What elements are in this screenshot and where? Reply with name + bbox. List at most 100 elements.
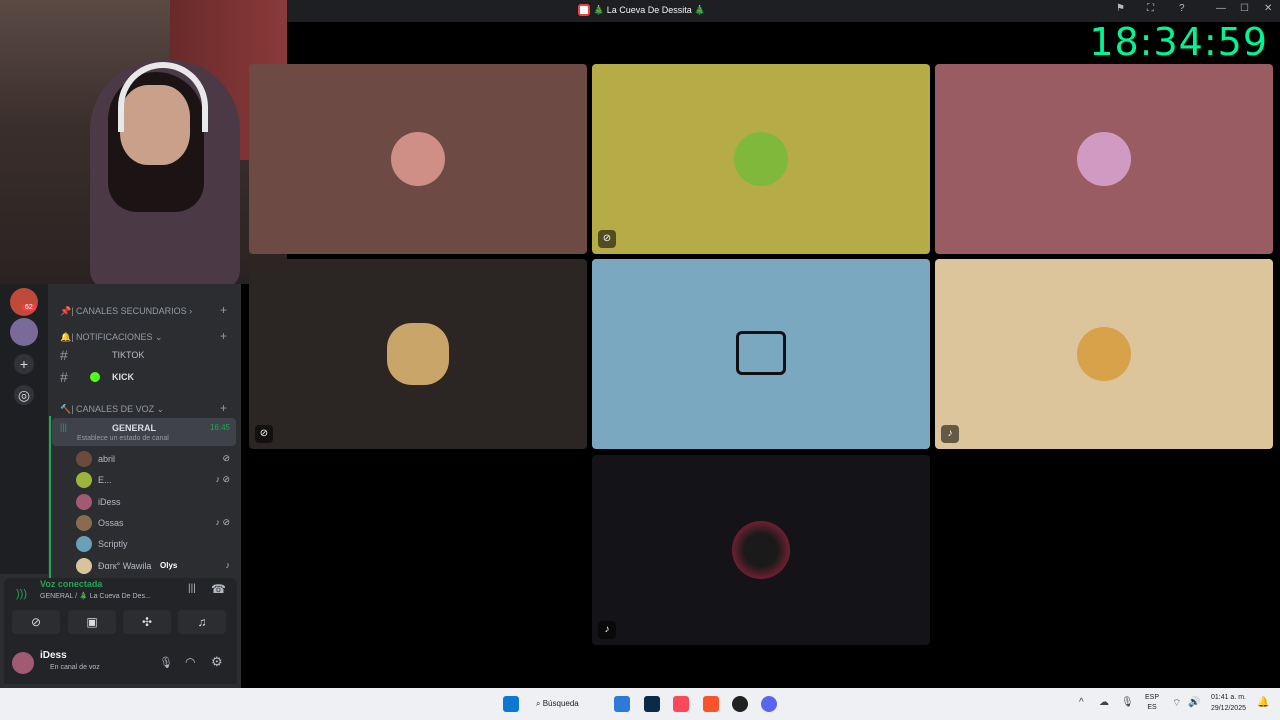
- participant-avatar: [734, 132, 788, 186]
- disconnect-icon[interactable]: ☎: [211, 582, 226, 596]
- discord-icon[interactable]: [761, 696, 777, 712]
- avatar: [76, 558, 92, 574]
- server-icon-1[interactable]: [10, 288, 38, 316]
- microphone-icon[interactable]: 🎙: [159, 656, 173, 669]
- voice-connection-panel: ))) Voz conectada GENERAL / 🎄 La Cueva D…: [4, 578, 237, 644]
- participant-avatar: [732, 521, 790, 579]
- window-title-text: 🎄 La Cueva De Dessita 🎄: [593, 5, 706, 15]
- user-avatar[interactable]: [12, 652, 34, 674]
- camera-off-icon: ⊘: [222, 453, 230, 463]
- brave-icon[interactable]: [703, 696, 719, 712]
- muted-deafened-icons: ♪ ⊘: [215, 474, 230, 484]
- audio-icon: [736, 331, 786, 375]
- channel-kick[interactable]: # KICK: [52, 368, 236, 388]
- avatar: [76, 472, 92, 488]
- participant-avatar: [1077, 132, 1131, 186]
- channel-timer: 16:45: [209, 423, 230, 432]
- participant-tile[interactable]: [249, 64, 587, 254]
- camera-off-icon: ⊘: [255, 425, 273, 443]
- start-icon[interactable]: [503, 696, 519, 712]
- microphone-icon[interactable]: 🎙: [1121, 697, 1134, 708]
- system-clock[interactable]: 01:41 a. m. 29/12/2025: [1211, 692, 1246, 714]
- window-title: 🎄 La Cueva De Dessita 🎄: [578, 4, 705, 16]
- kick-icon: [90, 372, 100, 382]
- unread-badge: 62: [22, 304, 36, 311]
- photoshop-icon[interactable]: [644, 696, 660, 712]
- participant-avatar: [1077, 327, 1131, 381]
- soundboard-button[interactable]: ♫: [178, 610, 226, 634]
- channel-general[interactable]: ||| GENERAL 16:45 Establece un estado de…: [52, 418, 236, 446]
- muted-icon: ♪: [225, 560, 231, 570]
- minimize-button[interactable]: —: [1216, 3, 1226, 14]
- avatar: [76, 494, 92, 510]
- voice-status[interactable]: Voz conectada: [40, 579, 102, 589]
- hash-icon: #: [60, 347, 68, 363]
- participant-tile[interactable]: ♪: [935, 259, 1273, 449]
- notification-icon[interactable]: 🔔: [1257, 697, 1269, 708]
- voice-member[interactable]: E... ♪ ⊘: [76, 471, 236, 491]
- channel-sidebar: 62 + ◎ 📌| CANALES SECUNDARIOS › + 🔔| NOT…: [0, 284, 241, 688]
- voice-member[interactable]: iDess: [76, 493, 236, 513]
- explore-icon[interactable]: ◎: [14, 385, 34, 405]
- server-icon-2[interactable]: [10, 318, 38, 346]
- voice-member[interactable]: Scriptly: [76, 535, 236, 555]
- close-button[interactable]: ✕: [1264, 3, 1272, 14]
- add-channel-icon[interactable]: +: [220, 303, 227, 317]
- participant-tile[interactable]: [592, 259, 930, 449]
- avatar: [76, 515, 92, 531]
- search-box[interactable]: ⌕ Búsqueda: [536, 694, 600, 714]
- inbox-icon[interactable]: ⚑: [1116, 3, 1125, 14]
- voice-connector: [49, 416, 51, 578]
- participant-tile[interactable]: [935, 64, 1273, 254]
- avatar: [76, 451, 92, 467]
- headphones-icon[interactable]: ◠: [185, 655, 195, 669]
- network-icon[interactable]: ☁: [1099, 697, 1109, 708]
- wifi-icon[interactable]: ⌔: [1172, 697, 1181, 710]
- avatar: [76, 536, 92, 552]
- member-tag: Olys: [160, 561, 178, 570]
- voice-member[interactable]: Ðαrк° Wawila Olys ♪: [76, 557, 236, 577]
- category-notificaciones[interactable]: 🔔| NOTIFICACIONES ⌄: [60, 332, 163, 343]
- user-status: En canal de voz: [50, 664, 100, 671]
- muted-icon: ♪: [598, 621, 616, 639]
- volume-icon[interactable]: 🔊: [1188, 697, 1200, 708]
- search-icon: ⌕: [536, 699, 543, 708]
- channel-status[interactable]: Establece un estado de canal: [77, 435, 169, 442]
- voice-location[interactable]: GENERAL / 🎄 La Cueva De Des...: [40, 592, 151, 600]
- voice-member[interactable]: abril ⊘: [76, 450, 236, 470]
- channel-tiktok[interactable]: # TIKTOK: [52, 346, 236, 366]
- music-icon[interactable]: [673, 696, 689, 712]
- maximize-button[interactable]: ☐: [1240, 3, 1249, 14]
- category-canales-secundarios[interactable]: 📌| CANALES SECUNDARIOS ›: [60, 306, 192, 317]
- participant-tile[interactable]: ⊘: [249, 259, 587, 449]
- screen-share-icon[interactable]: ⛶: [1147, 3, 1154, 14]
- camera-off-icon: ⊘: [598, 230, 616, 248]
- obs-icon[interactable]: [732, 696, 748, 712]
- activities-button[interactable]: ✣: [123, 610, 171, 634]
- noise-suppression-icon[interactable]: |||: [188, 583, 196, 594]
- add-server-icon[interactable]: +: [14, 354, 34, 374]
- webcam-overlay: [0, 0, 287, 284]
- participant-avatar: [391, 132, 445, 186]
- server-icon: [578, 4, 590, 16]
- voice-member[interactable]: Ossas ♪ ⊘: [76, 514, 236, 534]
- hash-icon: #: [60, 369, 68, 385]
- language-indicator[interactable]: ESP ES: [1145, 693, 1159, 713]
- screen-share-button[interactable]: ▣: [68, 610, 116, 634]
- add-channel-icon[interactable]: +: [220, 329, 227, 343]
- chevron-up-icon[interactable]: ^: [1079, 697, 1084, 708]
- server-rail: 62 + ◎: [0, 284, 48, 574]
- participant-avatar: [387, 323, 449, 385]
- help-icon[interactable]: ?: [1179, 3, 1185, 14]
- store-icon[interactable]: [614, 696, 630, 712]
- soundboard-icon: ♫: [197, 615, 207, 629]
- settings-gear-icon[interactable]: ⚙: [211, 654, 223, 670]
- add-channel-icon[interactable]: +: [220, 401, 227, 415]
- signal-icon: ))): [16, 588, 27, 600]
- screen-share-icon: ▣: [86, 615, 98, 629]
- user-name[interactable]: iDess: [40, 650, 67, 661]
- participant-tile[interactable]: ⊘: [592, 64, 930, 254]
- participant-tile[interactable]: ♪: [592, 455, 930, 645]
- camera-button[interactable]: ⊘: [12, 610, 60, 634]
- category-canales-de-voz[interactable]: 🔨| CANALES DE VOZ ⌄: [60, 404, 164, 415]
